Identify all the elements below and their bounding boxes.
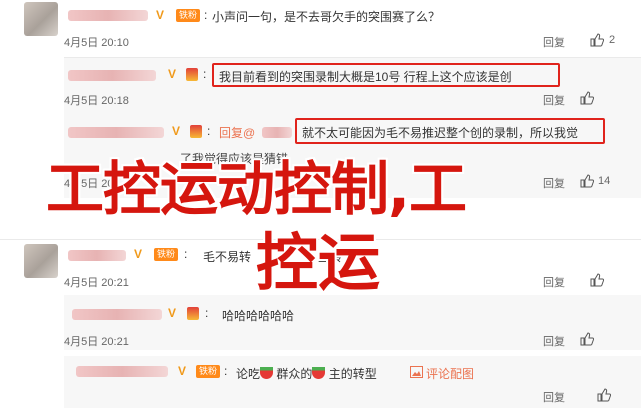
thumbs-up-icon[interactable] [580, 174, 594, 188]
vip-icon: V [134, 247, 143, 261]
level-badge: 铁粉 [176, 9, 201, 22]
comment-text-a: 论吃 [236, 367, 261, 381]
medal-icon [187, 307, 199, 320]
comment-5: V : 哈哈哈哈哈哈 4月5日 20:21 回复 [0, 295, 641, 350]
comment-text: 论吃 群众的 主的转型 [236, 365, 377, 382]
username[interactable] [68, 127, 164, 138]
thumbs-up-icon[interactable] [590, 273, 604, 287]
highlight-box [295, 118, 605, 144]
vip-icon: V [178, 364, 187, 378]
level-badge: 铁粉 [196, 365, 221, 378]
username[interactable] [72, 309, 162, 320]
reply-button[interactable]: 回复 [543, 274, 565, 290]
reply-prefix: 回复@ [219, 124, 255, 141]
like-count: 2 [609, 34, 616, 46]
colon: : [204, 8, 208, 22]
comment-6: V 铁粉 : 论吃 群众的 主的转型 评论配图 回复 [0, 356, 641, 408]
avatar[interactable] [24, 2, 58, 36]
watermelon-emoji-icon [260, 367, 274, 379]
medal-icon [186, 68, 198, 81]
reply-button[interactable]: 回复 [543, 34, 565, 50]
vip-icon: V [168, 67, 177, 81]
vip-icon: V [172, 124, 181, 138]
colon: : [205, 306, 209, 320]
colon: : [224, 364, 228, 378]
medal-icon [190, 125, 202, 138]
picture-link[interactable]: 评论配图 [426, 365, 474, 382]
colon: : [203, 67, 207, 81]
like-count: 14 [598, 175, 611, 187]
watermelon-emoji-icon [312, 367, 326, 379]
watermark-line-2: 控运 [256, 226, 381, 299]
level-badge: 铁粉 [154, 248, 179, 261]
comment-text: 哈哈哈哈哈哈 [222, 309, 295, 323]
comment-time: 4月5日 20:21 [64, 336, 129, 348]
avatar[interactable] [24, 244, 58, 278]
comment-2: V : 我目前看到的突围录制大概是10号 行程上这个应该是创 4月5日 20:1… [0, 58, 641, 113]
comment-text: 毛不易转 [203, 250, 252, 264]
comment-text: 小声问一句，是不去哥欠手的突围赛了么？ [212, 10, 441, 24]
reply-button[interactable]: 回复 [543, 92, 565, 108]
reply-button[interactable]: 回复 [543, 175, 565, 191]
comment-time: 4月5日 20:18 [64, 95, 129, 107]
thumbs-up-icon[interactable] [580, 91, 594, 105]
thumbs-up-icon[interactable] [597, 388, 611, 402]
vip-icon: V [168, 306, 177, 320]
reply-button[interactable]: 回复 [543, 389, 565, 405]
mention-name[interactable] [262, 127, 292, 138]
comment-time: 4月5日 20:10 [64, 37, 129, 49]
comment-text-b: 群众的 [276, 367, 313, 381]
reply-button[interactable]: 回复 [543, 333, 565, 349]
comment-1: V 铁粉 : 小声问一句，是不去哥欠手的突围赛了么？ 4月5日 20:10 回复… [0, 0, 641, 58]
vip-icon: V [156, 8, 165, 22]
colon: : [184, 247, 188, 261]
mention-link[interactable]: 回复@ [219, 126, 255, 140]
highlight-box [212, 63, 560, 87]
username[interactable] [68, 250, 126, 261]
username[interactable] [76, 366, 168, 377]
username[interactable] [68, 70, 156, 81]
comment-time: 4月5日 20:21 [64, 277, 129, 289]
image-icon[interactable] [410, 366, 423, 378]
comment-text-c: 主的转型 [328, 367, 377, 381]
thumbs-up-icon[interactable] [590, 33, 604, 47]
colon: : [207, 124, 211, 138]
username[interactable] [68, 10, 148, 21]
thumbs-up-icon[interactable] [580, 332, 594, 346]
